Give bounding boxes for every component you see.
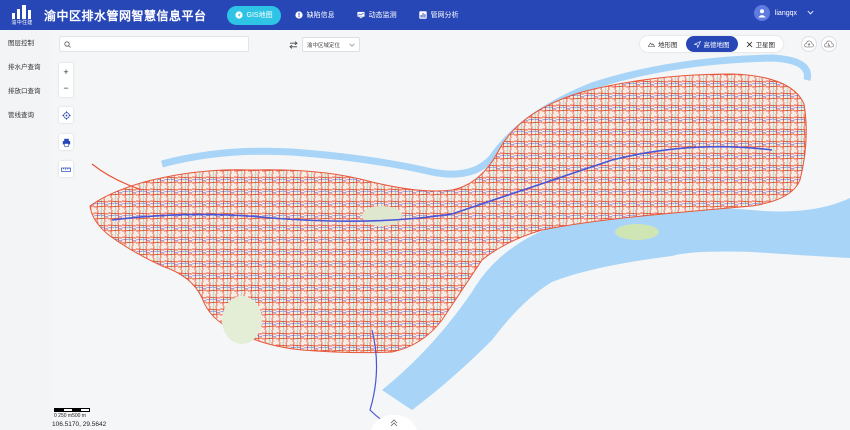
nav-label: 管网分析 [430, 12, 459, 19]
chart-icon [418, 11, 427, 19]
district-select[interactable]: 渝中区域定位 [302, 37, 360, 52]
map-search-box[interactable] [59, 36, 249, 52]
nav-defect-info[interactable]: 缺陷信息 [287, 6, 343, 25]
double-chevron-up-icon [390, 419, 398, 427]
district-select-value: 渝中区域定位 [307, 42, 341, 49]
nav-network-analysis[interactable]: 管网分析 [411, 6, 467, 25]
basemap-satellite[interactable]: 卫星图 [738, 36, 784, 52]
logo: 渝中住建 [4, 0, 40, 30]
zoom-control: + − [59, 63, 73, 97]
locate-button[interactable] [59, 107, 73, 123]
cloud-upload-icon [804, 40, 814, 48]
user-icon [758, 9, 766, 18]
basemap-label: 地形图 [658, 42, 678, 49]
nav-dynamic-monitor[interactable]: 动态监测 [349, 6, 405, 25]
map-scale: 0 250 m500 m [54, 408, 90, 419]
alert-icon [294, 11, 303, 19]
measure-button[interactable] [59, 161, 73, 177]
cloud-upload-button[interactable] [801, 36, 817, 52]
nav-label: GIS地图 [246, 12, 273, 19]
nav-label: 动态监测 [368, 12, 397, 19]
pipe-network-map[interactable] [52, 30, 850, 430]
send-arrow-icon [693, 40, 701, 48]
basemap-label: 卫星图 [755, 42, 776, 49]
user-menu[interactable]: liangqx [753, 5, 814, 21]
map-canvas[interactable]: 渝中区域定位 地形图 高德地图 卫星图 + − 0 250 m500 m 106… [52, 30, 850, 430]
sidebar-item-drainage-user-query[interactable]: 排水户查询 [0, 54, 52, 78]
cloud-weather-button[interactable] [821, 36, 837, 52]
locate-crosshair-icon [61, 110, 71, 120]
cloud-icon [824, 40, 834, 48]
navigation-icon [234, 11, 243, 19]
username: liangqx [774, 9, 797, 17]
logo-text: 渝中住建 [11, 20, 33, 26]
ruler-icon [61, 167, 71, 172]
scale-label: 0 250 m500 m [54, 413, 86, 419]
park-central [362, 206, 402, 226]
sidebar-item-pipeline-query[interactable]: 管线查询 [0, 102, 52, 126]
nav-label: 缺陷信息 [306, 12, 335, 19]
chevron-down-icon [349, 43, 355, 47]
swap-arrows-icon[interactable] [288, 40, 298, 50]
top-header: 渝中住建 渝中区排水管网智慧信息平台 GIS地图 缺陷信息 动态监测 管网分析 [0, 0, 850, 30]
zoom-in-button[interactable]: + [59, 64, 73, 80]
logo-buildings-icon [10, 4, 34, 19]
scale-bar [54, 408, 90, 412]
basemap-label: 高德地图 [703, 42, 730, 49]
main-nav: GIS地图 缺陷信息 动态监测 管网分析 [226, 0, 467, 30]
cursor-coordinates: 106.5170, 29.5642 [52, 421, 107, 428]
terrain-icon [648, 41, 655, 47]
printer-icon [62, 138, 70, 147]
search-input[interactable] [74, 40, 248, 48]
island-park [615, 224, 659, 240]
sidebar-item-outfall-query[interactable]: 排放口查询 [0, 78, 52, 102]
print-button[interactable] [59, 134, 73, 150]
park-south [222, 296, 262, 344]
nav-gis-map[interactable]: GIS地图 [226, 5, 281, 25]
search-icon [64, 40, 71, 48]
sidebar-item-layer-control[interactable]: 图层控制 [0, 30, 52, 54]
satellite-icon [746, 41, 753, 48]
district-locator: 渝中区域定位 [288, 37, 360, 52]
zoom-out-button[interactable]: − [59, 80, 73, 96]
chevron-down-icon[interactable] [807, 10, 814, 17]
basemap-switcher: 地形图 高德地图 卫星图 [640, 36, 783, 52]
left-sidebar: 图层控制 排水户查询 排放口查询 管线查询 [0, 30, 52, 430]
basemap-amap[interactable]: 高德地图 [685, 36, 738, 52]
app-title: 渝中区排水管网智慧信息平台 [44, 8, 207, 23]
avatar[interactable] [753, 5, 770, 21]
monitor-icon [357, 11, 365, 19]
basemap-terrain[interactable]: 地形图 [640, 36, 686, 52]
